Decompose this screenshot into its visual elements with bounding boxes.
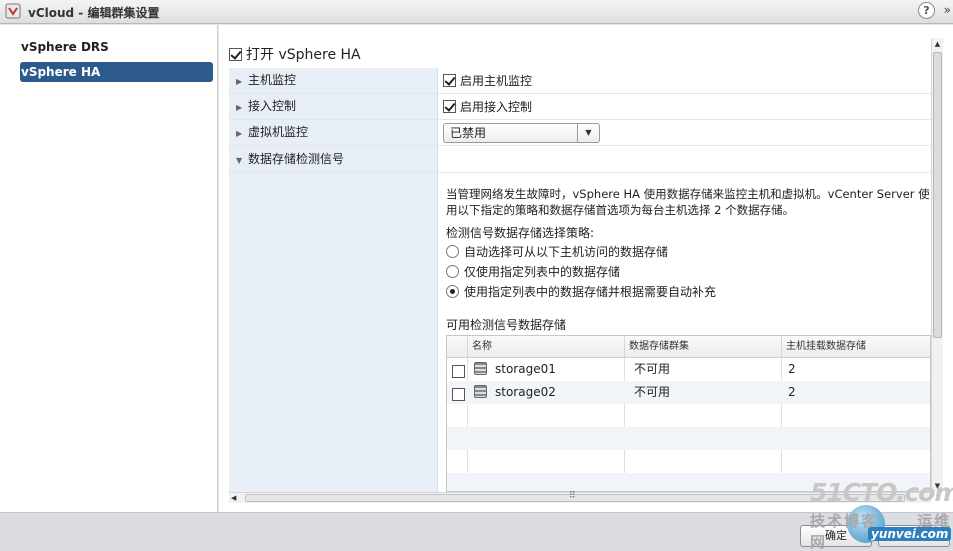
table-header: 名称 数据存储群集 主机挂载数据存储 (447, 336, 930, 358)
datastore-icon (474, 385, 487, 398)
column-header-hosts[interactable]: 主机挂载数据存储 (781, 336, 930, 358)
policy-option-list-complement[interactable]: 使用指定列表中的数据存储并根据需要自动补充 (446, 283, 716, 300)
admission-control-option[interactable]: 启用接入控制 (443, 94, 532, 119)
scroll-left-icon[interactable]: ◀ (231, 493, 236, 503)
datastore-cluster: 不可用 (634, 362, 671, 376)
vm-monitoring-value: 已禁用 (450, 125, 487, 140)
policy-option-label: 仅使用指定列表中的数据存储 (464, 265, 621, 279)
collapse-icon[interactable]: » (944, 3, 951, 17)
ha-properties: ▶主机监控 启用主机监控 ▶接入控制 启用接入控制 ▶虚拟机监控 已禁用 (229, 68, 938, 492)
enable-ha-toggle[interactable]: 打开 vSphere HA (229, 44, 361, 64)
nav-item-label: vSphere HA (21, 65, 101, 79)
watermark-site: 51CTO.com (810, 478, 953, 507)
nav-item-vsphere-ha[interactable]: vSphere HA (20, 62, 213, 82)
admission-control-label: 启用接入控制 (460, 100, 533, 114)
table-row[interactable]: storage01 不可用 2 (447, 358, 930, 381)
datastore-hosts: 2 (788, 362, 796, 376)
vertical-scrollbar[interactable]: ▲ ▼ (931, 38, 943, 492)
left-nav: vSphere DRS vSphere HA (0, 25, 218, 512)
row-label: 主机监控 (248, 73, 297, 87)
datastore-table: 名称 数据存储群集 主机挂载数据存储 storage01 不可用 2 stora… (446, 335, 931, 492)
help-icon[interactable]: ? (918, 2, 935, 19)
datastore-name: storage01 (495, 362, 556, 376)
policy-option-label: 自动选择可从以下主机访问的数据存储 (464, 245, 669, 259)
heartbeat-policy-label: 检测信号数据存储选择策略: (446, 226, 595, 240)
row-header-host-monitoring[interactable]: ▶ 主机监控 (229, 68, 438, 93)
policy-option-list-only[interactable]: 仅使用指定列表中的数据存储 (446, 263, 620, 280)
row-header-vm-monitoring[interactable]: ▶ 虚拟机监控 (229, 120, 438, 145)
row-datastore-heartbeat: ▼ 数据存储检测信号 (229, 146, 931, 173)
collapse-arrow-icon[interactable]: ▼ (236, 148, 248, 174)
policy-radio-auto[interactable] (446, 245, 459, 258)
host-monitoring-label: 启用主机监控 (460, 74, 533, 88)
vertical-scroll-thumb[interactable] (933, 52, 942, 338)
nav-item-label: vSphere DRS (21, 40, 109, 54)
expand-arrow-icon[interactable]: ▶ (236, 69, 248, 94)
scroll-grip-icon: ⠿ (569, 491, 576, 501)
table-row-empty (447, 404, 930, 427)
host-monitoring-option[interactable]: 启用主机监控 (443, 68, 532, 93)
row-label: 虚拟机监控 (248, 125, 309, 139)
row-header-admission-control[interactable]: ▶ 接入控制 (229, 94, 438, 119)
policy-radio-list-only[interactable] (446, 265, 459, 278)
row-label: 接入控制 (248, 99, 297, 113)
host-monitoring-checkbox[interactable] (443, 74, 456, 87)
datastore-cluster: 不可用 (634, 385, 671, 399)
title-bar: vCloud - 编辑群集设置 ? » (0, 0, 953, 24)
enable-ha-label: 打开 vSphere HA (246, 47, 361, 63)
datastore-icon (474, 362, 487, 375)
enable-ha-checkbox[interactable] (229, 47, 242, 61)
policy-radio-list-complement[interactable] (446, 285, 459, 298)
vm-monitoring-select[interactable]: 已禁用 ▼ (443, 122, 600, 143)
row-header-datastore-heartbeat[interactable]: ▼ 数据存储检测信号 (229, 146, 438, 172)
nav-item-vsphere-drs[interactable]: vSphere DRS (20, 37, 213, 57)
policy-option-label: 使用指定列表中的数据存储并根据需要自动补充 (464, 285, 717, 299)
column-header-cluster[interactable]: 数据存储群集 (624, 336, 781, 358)
horizontal-scroll-thumb[interactable] (245, 494, 905, 502)
table-row-empty (447, 427, 930, 450)
watermark-url: yunvei.com (868, 527, 952, 541)
row-checkbox[interactable] (452, 365, 465, 378)
expand-arrow-icon[interactable]: ▶ (236, 95, 248, 120)
column-header-name[interactable]: 名称 (467, 336, 624, 358)
row-label: 数据存储检测信号 (248, 152, 345, 166)
admission-control-checkbox[interactable] (443, 100, 456, 113)
chevron-down-icon[interactable]: ▼ (577, 123, 599, 142)
policy-option-auto[interactable]: 自动选择可从以下主机访问的数据存储 (446, 243, 668, 260)
row-checkbox[interactable] (452, 388, 465, 401)
heartbeat-description: 当管理网络发生故障时，vSphere HA 使用数据存储来监控主机和虚拟机。vC… (446, 187, 930, 217)
vcloud-app-icon (5, 3, 21, 19)
expand-arrow-icon[interactable]: ▶ (236, 121, 248, 146)
window-title: vCloud - 编辑群集设置 (28, 6, 160, 20)
available-datastores-label: 可用检测信号数据存储 (446, 318, 567, 332)
row-admission-control: ▶ 接入控制 启用接入控制 (229, 94, 931, 120)
datastore-hosts: 2 (788, 385, 796, 399)
table-row[interactable]: storage02 不可用 2 (447, 381, 930, 404)
main-panel: 打开 vSphere HA ▶ 主机监控 启用主机监控 ▶ 接入控制 启用接入控制 (219, 25, 953, 512)
table-row-empty (447, 450, 930, 473)
row-host-monitoring: ▶ 主机监控 启用主机监控 (229, 68, 931, 94)
datastore-name: storage02 (495, 385, 556, 399)
scroll-up-icon[interactable]: ▲ (932, 38, 943, 50)
row-vm-monitoring: ▶ 虚拟机监控 已禁用 ▼ (229, 120, 931, 146)
